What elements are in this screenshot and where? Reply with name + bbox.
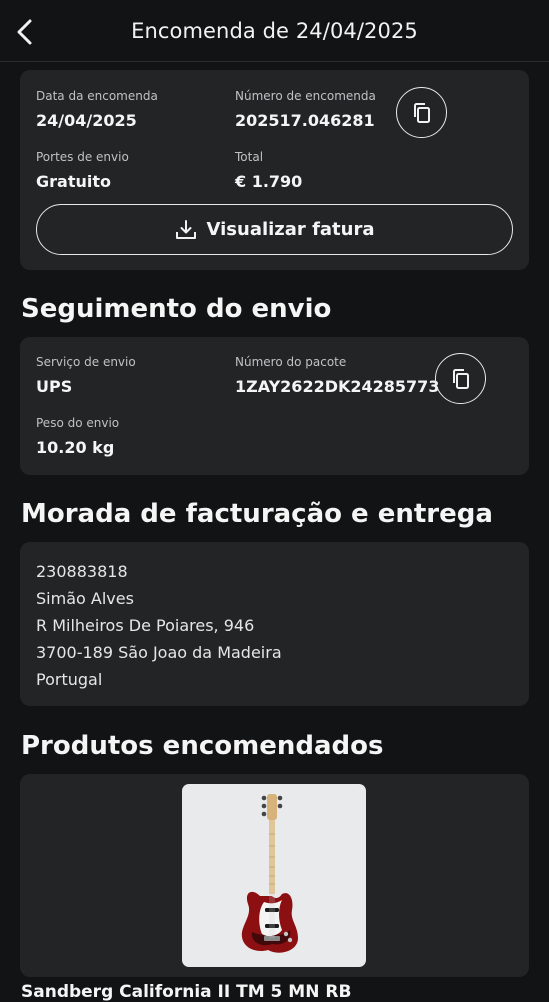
shipping-service-field: Serviço de envio UPS (36, 355, 136, 396)
bass-guitar-image (241, 794, 298, 953)
shipping-cost-label: Portes de envio (36, 150, 129, 164)
products-section-title: Produtos encomendados (21, 731, 384, 761)
address-card: 230883818 Simão Alves R Milheiros De Poi… (20, 542, 529, 706)
view-invoice-label: Visualizar fatura (206, 219, 375, 240)
copy-order-number-button[interactable] (396, 87, 447, 138)
back-button[interactable] (10, 14, 40, 50)
order-number-label: Número de encomenda (235, 89, 376, 103)
shipping-weight-value: 10.20 kg (36, 438, 115, 457)
package-number-field: Número do pacote 1ZAY2622DK24285773 (235, 355, 439, 396)
address-block: 230883818 Simão Alves R Milheiros De Poi… (36, 558, 282, 693)
order-date-label: Data da encomenda (36, 89, 158, 103)
shipping-cost-field: Portes de envio Gratuito (36, 150, 129, 191)
shipping-service-label: Serviço de envio (36, 355, 136, 369)
page-title: Encomenda de 24/04/2025 (131, 18, 418, 43)
tracking-card: Serviço de envio UPS Número do pacote 1Z… (20, 337, 529, 475)
order-date-field: Data da encomenda 24/04/2025 (36, 89, 158, 130)
package-number-value: 1ZAY2622DK24285773 (235, 377, 440, 396)
order-date-value: 24/04/2025 (36, 111, 137, 130)
top-bar: Encomenda de 24/04/2025 (0, 0, 549, 62)
download-icon (175, 219, 196, 239)
order-number-field: Número de encomenda 202517.046281 (235, 89, 376, 130)
shipping-service-value: UPS (36, 377, 73, 396)
address-line: R Milheiros De Poiares, 946 (36, 616, 255, 635)
chevron-left-icon (17, 19, 32, 45)
total-value: € 1.790 (235, 172, 303, 191)
order-summary-card: Data da encomenda 24/04/2025 Número de e… (20, 70, 529, 270)
address-section-title: Morada de facturação e entrega (21, 499, 493, 529)
address-line: 230883818 (36, 562, 128, 581)
address-line: Portugal (36, 670, 103, 689)
copy-icon (452, 368, 469, 389)
total-field: Total € 1.790 (235, 150, 302, 191)
shipping-weight-label: Peso do envio (36, 416, 120, 430)
view-invoice-button[interactable]: Visualizar fatura (36, 204, 513, 255)
shipping-cost-value: Gratuito (36, 172, 111, 191)
copy-icon (413, 102, 430, 123)
total-label: Total (235, 150, 264, 164)
product-card[interactable] (20, 774, 529, 977)
package-number-label: Número do pacote (235, 355, 347, 369)
shipping-weight-field: Peso do envio 10.20 kg (36, 416, 119, 457)
tracking-section-title: Seguimento do envio (21, 294, 332, 324)
address-line: Simão Alves (36, 589, 134, 608)
product-image[interactable] (182, 784, 366, 967)
address-line: 3700-189 São Joao da Madeira (36, 643, 282, 662)
copy-package-number-button[interactable] (435, 353, 486, 404)
order-number-value: 202517.046281 (235, 111, 375, 130)
product-name[interactable]: Sandberg California II TM 5 MN RB (21, 982, 351, 1002)
